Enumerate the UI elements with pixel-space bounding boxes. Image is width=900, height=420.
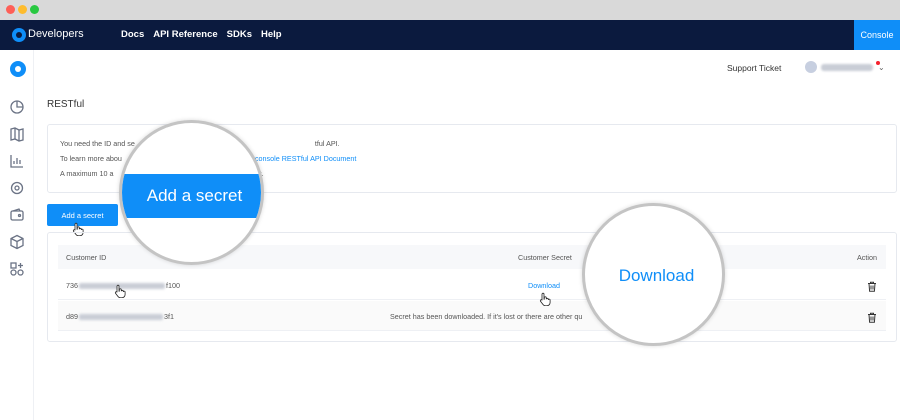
hand-cursor-icon bbox=[114, 284, 126, 299]
nav-link-api-reference[interactable]: API Reference bbox=[153, 29, 217, 40]
column-header-customer-id: Customer ID bbox=[66, 253, 107, 262]
trash-icon[interactable] bbox=[867, 279, 877, 292]
table-row: d89 3f1 Secret has been downloaded. If it… bbox=[58, 301, 886, 331]
console-button[interactable]: Console bbox=[854, 20, 900, 50]
map-icon[interactable] bbox=[9, 126, 25, 142]
magnifier-add-secret: Add a secret bbox=[119, 120, 264, 265]
trash-icon[interactable] bbox=[867, 310, 877, 323]
sidebar bbox=[0, 50, 34, 420]
nav-link-help[interactable]: Help bbox=[261, 29, 282, 40]
wallet-icon[interactable] bbox=[9, 207, 25, 223]
customer-id-cell[interactable]: d89 3f1 bbox=[66, 312, 174, 321]
apps-icon[interactable] bbox=[9, 261, 25, 277]
dashboard-icon[interactable] bbox=[9, 99, 25, 115]
support-ticket-link[interactable]: Support Ticket bbox=[727, 63, 781, 73]
sidebar-logo-icon[interactable] bbox=[10, 61, 26, 77]
hand-cursor-icon bbox=[539, 292, 551, 307]
magnified-download-link[interactable]: Download bbox=[585, 266, 722, 286]
support-icon[interactable] bbox=[9, 180, 25, 196]
close-window-button[interactable] bbox=[6, 5, 15, 14]
window-titlebar bbox=[0, 0, 900, 20]
avatar[interactable] bbox=[805, 61, 817, 73]
minimize-window-button[interactable] bbox=[18, 5, 27, 14]
magnified-add-secret-button[interactable]: Add a secret bbox=[122, 174, 261, 218]
console-restful-api-document-link[interactable]: console RESTful API Document bbox=[255, 154, 356, 163]
secret-downloaded-message: Secret has been downloaded. If it's lost… bbox=[390, 312, 583, 321]
nav-link-docs[interactable]: Docs bbox=[121, 29, 144, 40]
username-blurred[interactable] bbox=[821, 64, 873, 71]
brand-logo-icon[interactable] bbox=[12, 28, 26, 42]
maximize-window-button[interactable] bbox=[30, 5, 39, 14]
column-header-customer-secret: Customer Secret bbox=[518, 253, 572, 262]
nav-links: Docs API Reference SDKs Help bbox=[121, 29, 282, 40]
nav-link-sdks[interactable]: SDKs bbox=[227, 29, 252, 40]
chart-icon[interactable] bbox=[9, 153, 25, 169]
magnifier-download: Download bbox=[582, 203, 725, 346]
table-row: 736 f100 Download bbox=[58, 270, 886, 300]
top-nav: Developers Docs API Reference SDKs Help … bbox=[0, 20, 900, 50]
chevron-down-icon[interactable]: ⌄ bbox=[878, 63, 885, 72]
brand-title[interactable]: Developers bbox=[28, 28, 84, 40]
page-title: RESTful bbox=[47, 99, 85, 110]
cube-icon[interactable] bbox=[9, 234, 25, 250]
blurred-id bbox=[79, 314, 163, 321]
column-header-action: Action bbox=[857, 253, 877, 262]
download-link[interactable]: Download bbox=[528, 281, 560, 290]
